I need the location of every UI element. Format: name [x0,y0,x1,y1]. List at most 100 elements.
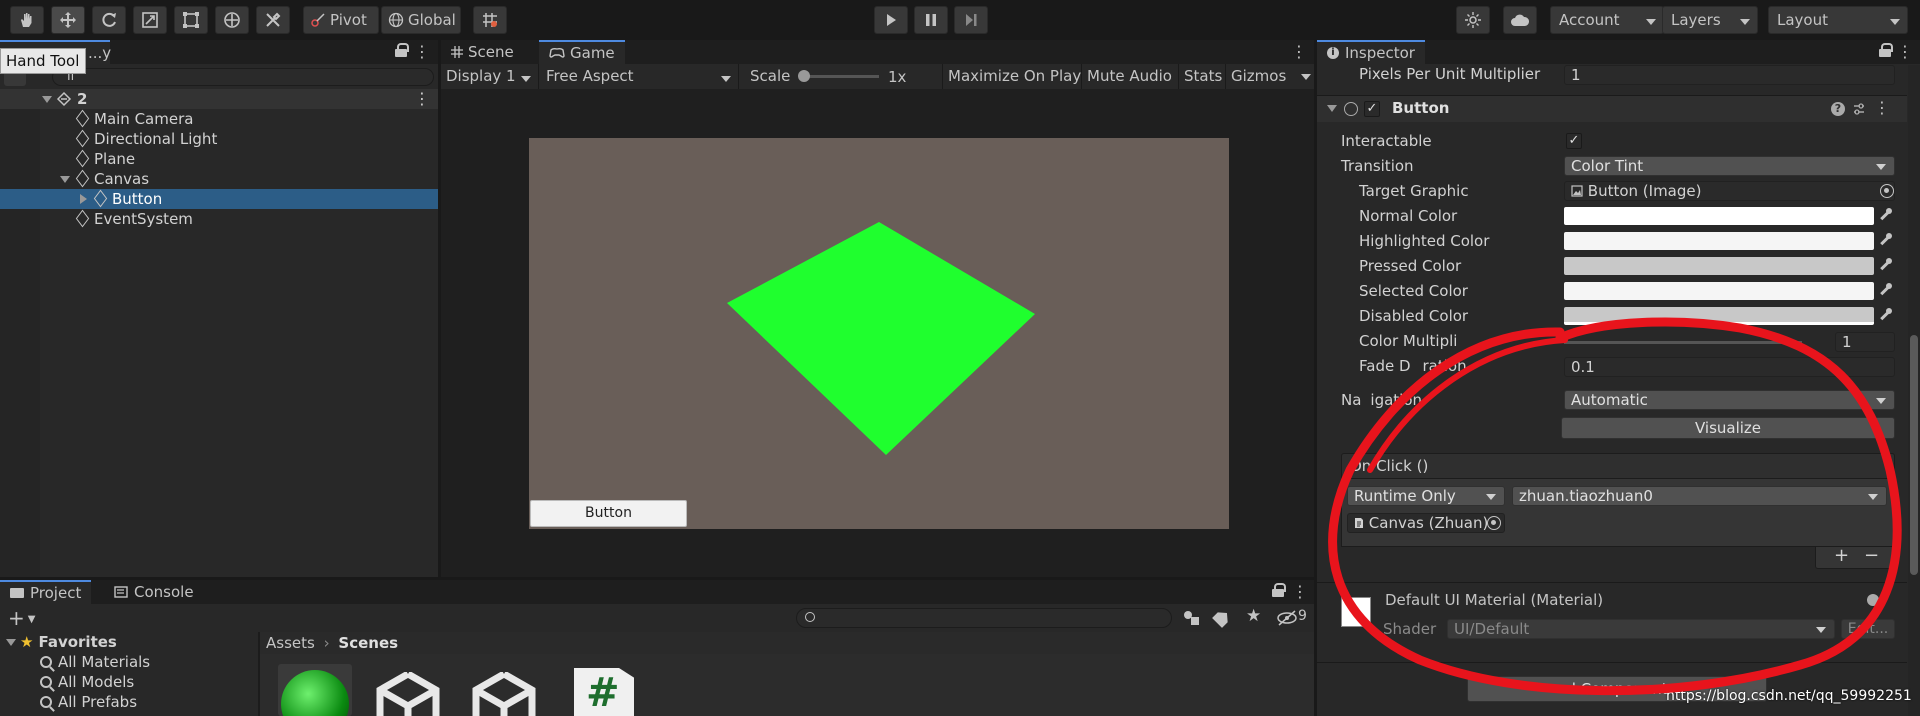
shader-dropdown[interactable]: UI/Default [1447,619,1835,639]
navigation-dropdown[interactable]: Automatic [1564,390,1895,410]
lock-icon[interactable] [1879,43,1893,57]
step-button[interactable] [954,6,988,34]
asset-material[interactable] [278,664,352,716]
pressed-color-swatch[interactable] [1564,257,1874,275]
interactable-checkbox[interactable]: ✓ [1566,133,1582,149]
hierarchy-item-main-camera[interactable]: Main Camera [0,109,438,129]
create-asset-button[interactable]: + ▼ [8,608,35,630]
eyedropper-icon[interactable] [1878,233,1892,248]
game-viewport[interactable]: Button [529,138,1229,529]
eyedropper-icon[interactable] [1878,308,1892,323]
hand-tool-icon[interactable] [10,6,44,34]
stats-toggle[interactable]: Stats [1178,64,1227,89]
tab-project[interactable]: Project [0,580,92,604]
star-icon[interactable]: ★ [1246,606,1261,626]
scale-slider-track[interactable] [799,75,879,78]
tab-game[interactable]: Game [539,40,625,64]
target-graphic-field[interactable]: Button (Image) [1564,181,1895,201]
filter-type-icon[interactable] [1182,608,1202,628]
maximize-on-play-toggle[interactable]: Maximize On Play [942,64,1086,89]
custom-tool-icon[interactable] [256,6,290,34]
shader-edit-button[interactable]: Edit... [1841,619,1895,639]
rotate-tool-icon[interactable] [92,6,126,34]
color-multiplier-slider-track[interactable] [1564,341,1802,344]
transform-tool-icon[interactable] [215,6,249,34]
scale-slider-thumb[interactable] [798,70,810,82]
expand-icon[interactable] [42,95,52,103]
color-multiplier-field[interactable]: 1 [1835,332,1895,352]
hierarchy-item-directional-light[interactable]: Directional Light [0,129,438,149]
layers-dropdown[interactable]: Layers [1662,6,1758,34]
object-picker-icon[interactable] [1880,184,1894,198]
highlighted-color-swatch[interactable] [1564,232,1874,250]
unity-scene-icon[interactable] [472,672,536,716]
tab-scene[interactable]: Scene [441,40,524,64]
gizmos-dropdown[interactable]: Gizmos [1225,64,1314,89]
hierarchy-item-canvas[interactable]: Canvas [0,169,438,189]
favorite-all-prefabs[interactable]: All Prefabs [40,692,137,712]
runtime-dropdown[interactable]: Runtime Only [1347,486,1505,506]
remove-event-button[interactable]: − [1864,545,1879,566]
hierarchy-item-eventsystem[interactable]: EventSystem [0,209,438,229]
rect-tool-icon[interactable] [174,6,208,34]
mute-audio-toggle[interactable]: Mute Audio [1081,64,1177,89]
component-more-icon[interactable]: ⋮ [1874,98,1890,117]
scrollbar-thumb[interactable] [1910,335,1918,575]
inspector-more-icon[interactable]: ⋮ [1897,42,1913,62]
event-object-field[interactable]: Canvas (Zhuan) [1347,513,1505,533]
pivot-toggle[interactable]: Pivot [303,6,379,34]
lock-icon[interactable] [1272,583,1286,597]
help-icon[interactable] [1867,594,1879,606]
layout-dropdown[interactable]: Layout [1768,6,1908,34]
normal-color-swatch[interactable] [1564,207,1874,225]
scale-tool-icon[interactable] [133,6,167,34]
add-event-button[interactable]: + [1834,545,1849,566]
global-toggle[interactable]: Global [381,6,461,34]
collapse-icon[interactable] [80,194,87,204]
eyedropper-icon[interactable] [1878,283,1892,298]
aspect-dropdown[interactable]: Free Aspect [541,64,739,89]
eyedropper-icon[interactable] [1878,208,1892,223]
ppu-field[interactable]: 1 [1564,65,1895,85]
scene-row[interactable]: 2 ⋮ [0,89,438,109]
eyedropper-icon[interactable] [1878,258,1892,273]
ui-button[interactable]: Button [530,500,687,527]
collapse-icon[interactable] [1327,105,1337,112]
function-dropdown[interactable]: zhuan.tiaozhuan0 [1512,486,1887,506]
cloud-button[interactable] [1503,6,1537,34]
project-search-input[interactable] [796,608,1172,628]
tab-console[interactable]: Console [104,580,204,604]
tab-inspector[interactable]: i Inspector [1317,40,1425,64]
hierarchy-item-button[interactable]: Button [0,189,438,209]
favorite-all-materials[interactable]: All Materials [40,652,150,672]
play-button[interactable] [874,6,908,34]
favorite-all-models[interactable]: All Models [40,672,134,692]
breadcrumb-current[interactable]: Scenes [338,634,398,652]
favorites-row[interactable]: ★ Favorites [6,632,117,652]
help-icon[interactable]: ? [1831,102,1845,116]
lock-icon[interactable] [395,43,409,57]
disabled-color-swatch[interactable] [1564,307,1874,325]
project-more-icon[interactable]: ⋮ [1292,582,1308,602]
button-component-header[interactable]: ✓ Button ? ⋮ [1317,96,1907,122]
hierarchy-search-input[interactable]: ll [52,68,434,86]
unity-scene-icon[interactable] [376,672,440,716]
fade-duration-field[interactable]: 0.1 [1564,357,1895,377]
pause-button[interactable] [914,6,948,34]
transition-dropdown[interactable]: Color Tint [1564,156,1895,176]
more-icon[interactable]: ⋮ [414,42,430,62]
services-button[interactable] [1456,6,1490,34]
filter-label-icon[interactable] [1212,608,1232,628]
grid-snap-button[interactable] [473,6,507,34]
component-enabled-checkbox[interactable]: ✓ [1364,101,1380,117]
preset-icon[interactable] [1852,102,1866,116]
object-picker-icon[interactable] [1487,516,1501,530]
hidden-eye-icon[interactable] [1276,610,1298,626]
expand-icon[interactable] [6,638,16,646]
expand-icon[interactable] [60,175,70,183]
scene-more-icon[interactable]: ⋮ [414,89,430,108]
csharp-script-icon[interactable]: # [574,668,634,716]
hierarchy-item-plane[interactable]: Plane [0,149,438,169]
display-dropdown[interactable]: Display 1 [441,64,539,89]
move-tool-icon[interactable] [51,6,85,34]
